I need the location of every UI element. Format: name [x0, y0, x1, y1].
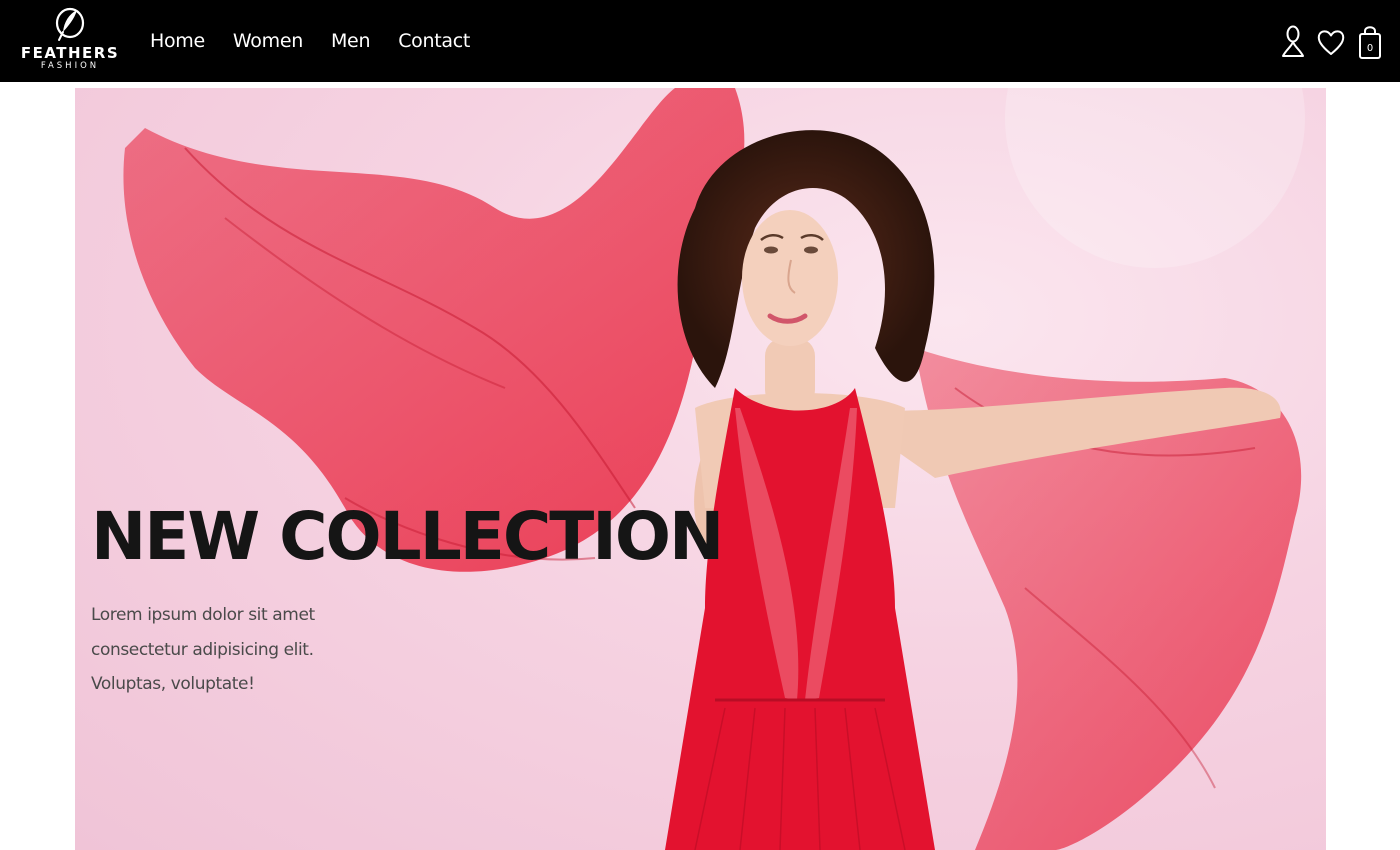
nav-actions: 0: [1270, 22, 1384, 62]
hero-banner: NEW COLLECTION Lorem ipsum dolor sit ame…: [75, 88, 1326, 850]
main-nav: Home Women Men Contact: [150, 0, 498, 82]
navbar: FEATHERS FASHION Home Women Men Contact …: [0, 0, 1400, 82]
nav-link-men[interactable]: Men: [331, 30, 371, 52]
nav-link-women[interactable]: Women: [233, 30, 303, 52]
user-icon[interactable]: [1280, 25, 1306, 59]
nav-link-contact[interactable]: Contact: [398, 30, 470, 52]
hero-image: [123, 88, 1305, 850]
cart-count: 0: [1367, 43, 1373, 54]
hero-description: Lorem ipsum dolor sit amet consectetur a…: [91, 605, 315, 694]
heart-icon[interactable]: [1316, 27, 1346, 57]
brand-name: FEATHERS: [20, 44, 120, 62]
feather-icon: [55, 7, 85, 41]
hero-title: NEW COLLECTION: [91, 498, 724, 575]
brand-tagline: FASHION: [40, 61, 100, 71]
shopping-bag-icon[interactable]: 0: [1356, 24, 1384, 60]
nav-link-home[interactable]: Home: [150, 30, 205, 52]
brand-logo[interactable]: FEATHERS FASHION: [12, 4, 128, 78]
